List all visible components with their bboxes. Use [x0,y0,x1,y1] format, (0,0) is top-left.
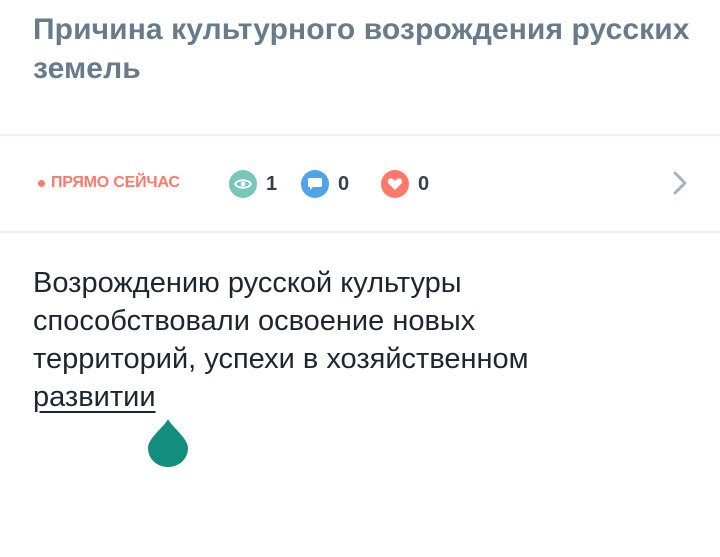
comments-count: 0 [338,172,350,195]
heart-icon[interactable] [381,170,409,198]
likes-count: 0 [418,172,430,195]
comment-bubble-icon[interactable] [301,170,329,198]
views-stat: 1 [229,170,277,198]
live-indicator: ПРЯМО СЕЙЧАС [38,173,180,193]
answer-line-last: развитии [33,378,703,416]
question-meta-row[interactable]: ПРЯМО СЕЙЧАС 1 0 0 [0,136,720,231]
live-label: ПРЯМО СЕЙЧАС [51,174,180,191]
question-title: Причина культурного возрождения русских … [33,13,690,85]
answer-text: Возрождению русской культуры способствов… [33,264,703,416]
answer-line: способствовали освоение новых [33,305,476,337]
live-dot-icon [38,179,45,187]
comments-stat[interactable]: 0 [301,170,349,198]
views-count: 1 [266,172,278,195]
eye-icon [229,170,257,198]
answer-line: территорий, успехи в хозяйственном [33,343,529,375]
likes-stat[interactable]: 0 [381,170,429,198]
answer-line: Возрождению русской культуры [33,267,462,299]
drop-marker-icon [147,418,189,468]
chevron-right-icon[interactable] [668,169,692,197]
page: Причина культурного возрождения русских … [0,0,720,557]
answer-link[interactable]: развитии [33,381,156,413]
divider-bottom [0,231,720,233]
